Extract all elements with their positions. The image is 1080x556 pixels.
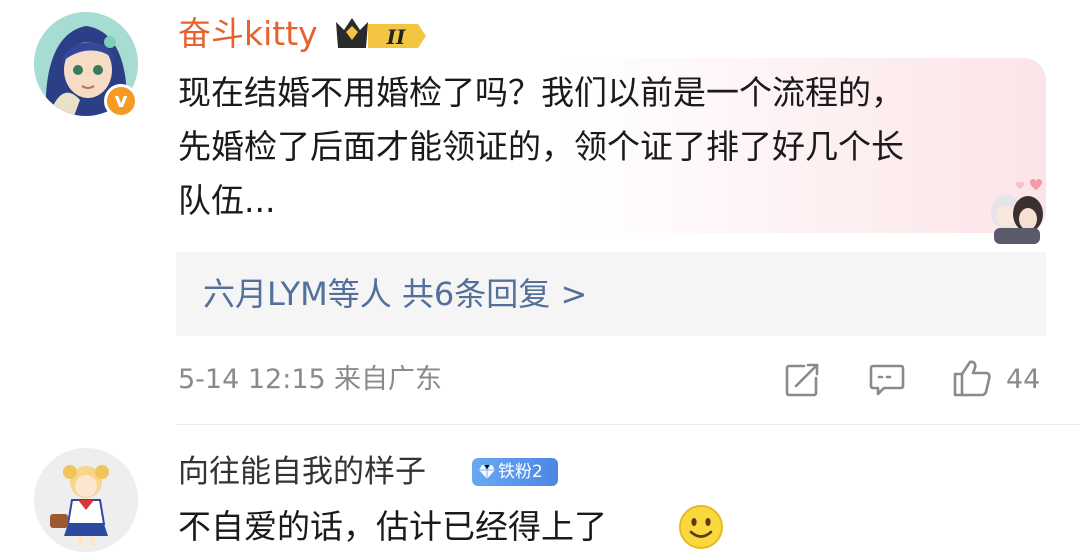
username[interactable]: 奋斗kitty [178,12,318,56]
like-icon[interactable] [952,358,992,398]
comment-location: 来自广东 [334,364,442,395]
view-replies-link[interactable]: 六月LYM等人 共6条回复 > [203,270,587,318]
verified-badge: v [104,84,138,118]
bubble-decoration-icon [991,179,1043,244]
rank-badge-label: II [386,25,406,49]
comment-text-line: 先婚检了后面才能领证的，领个证了排了好几个长 [178,127,904,166]
like-count: 44 [1006,364,1041,395]
fan-badge-label: 铁粉2 [498,462,543,482]
username[interactable]: 向往能自我的样子 [178,450,426,494]
avatar[interactable] [34,448,138,552]
comment-divider [176,424,1080,425]
comment-date: 5-14 12:15 [178,364,326,395]
diamond-icon [479,464,495,479]
comment-text: 不自爱的话，估计已经得上了 [178,507,607,546]
avatar-illustration [34,448,138,552]
share-icon[interactable] [784,362,820,398]
comment-text-line: 现在结婚不用婚检了吗？我们以前是一个流程的， [178,73,904,112]
comment-text-line: 队伍... [178,181,276,220]
comment-icon[interactable] [868,362,906,398]
smile-emoji-icon [679,505,723,549]
fan-badge: 铁粉2 [472,458,558,486]
rank-badge: II [336,18,426,49]
